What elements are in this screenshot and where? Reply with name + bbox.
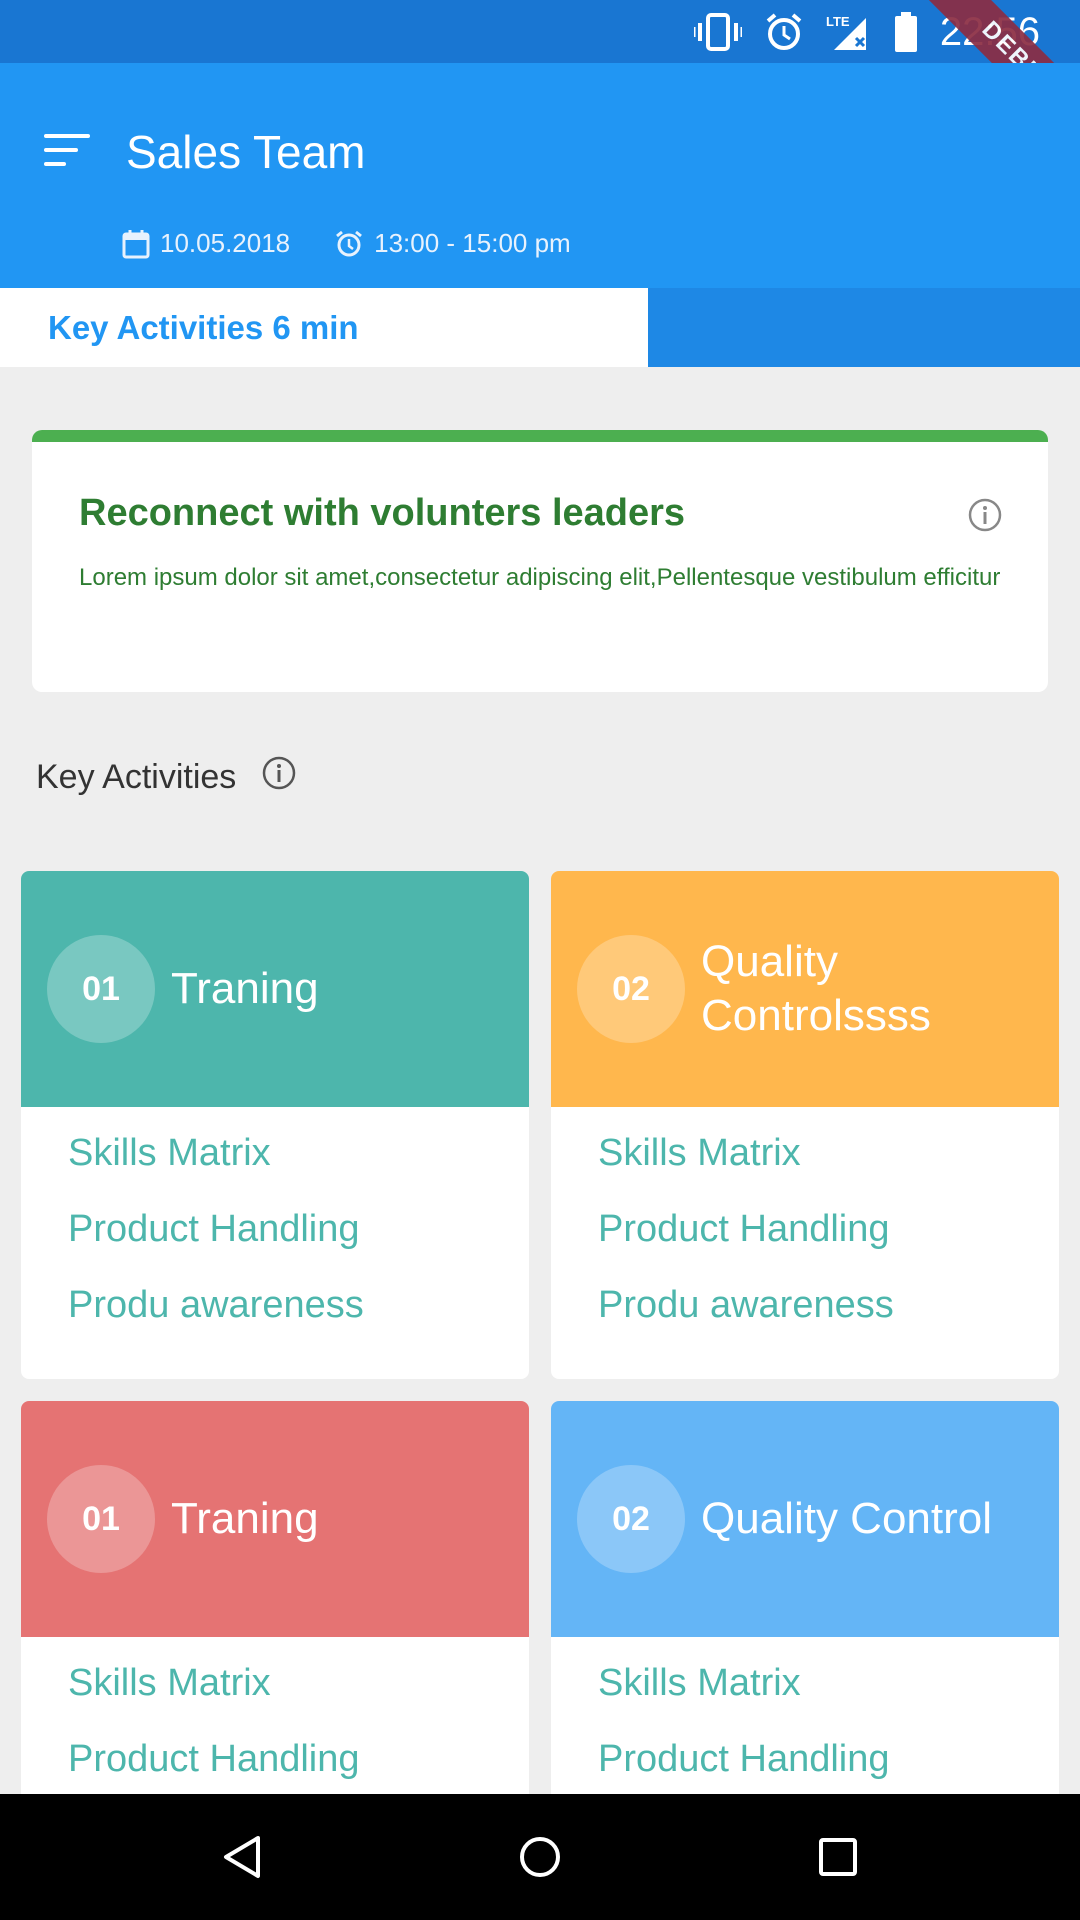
goal-title: Reconnect with volunters leaders	[79, 492, 686, 534]
info-icon	[968, 498, 1002, 532]
section-title: Key Activities	[36, 758, 237, 796]
goal-accent-bar	[32, 430, 1048, 442]
activity-item[interactable]: Produ awareness	[68, 1279, 529, 1355]
goal-info-button[interactable]	[968, 498, 1002, 537]
activity-card[interactable]: 01 Traning Skills Matrix Product Handlin…	[21, 871, 529, 1379]
meeting-time: 13:00 - 15:00 pm	[334, 228, 571, 259]
menu-icon	[44, 134, 90, 166]
activity-items: Skills Matrix Product Handling Produ awa…	[21, 1107, 529, 1355]
activity-item[interactable]: Product Handling	[68, 1203, 529, 1279]
section-info-button[interactable]	[262, 756, 296, 799]
activity-item[interactable]: Product Handling	[68, 1733, 529, 1801]
activity-card[interactable]: 02 Quality Controlssss Skills Matrix Pro…	[551, 871, 1059, 1379]
recents-button[interactable]	[808, 1827, 868, 1887]
activity-title: Quality Controlssss	[701, 937, 931, 1040]
vibrate-icon	[693, 12, 742, 52]
activity-item[interactable]: Skills Matrix	[68, 1657, 529, 1733]
goal-card[interactable]: Reconnect with volunters leaders Lorem i…	[32, 430, 1048, 692]
recents-icon	[819, 1838, 857, 1876]
activity-item[interactable]: Produ awareness	[598, 1279, 1059, 1355]
alarm-icon	[764, 12, 804, 52]
activity-item[interactable]: Product Handling	[598, 1203, 1059, 1279]
battery-icon	[894, 12, 918, 52]
activity-title: Traning	[171, 964, 319, 1013]
meeting-time-text: 13:00 - 15:00 pm	[374, 228, 571, 258]
activity-item[interactable]: Skills Matrix	[598, 1127, 1059, 1203]
activity-number: 01	[47, 1465, 155, 1573]
activity-number: 02	[577, 1465, 685, 1573]
activity-items: Skills Matrix Product Handling	[21, 1637, 529, 1801]
activity-card-header: 01 Traning	[21, 1401, 529, 1637]
meeting-date-text: 10.05.2018	[160, 228, 291, 258]
activity-title: Traning	[171, 1494, 319, 1543]
app-bar: Sales Team 10.05.2018 13:00 - 15:00 pm	[0, 63, 1080, 288]
home-button[interactable]	[510, 1827, 570, 1887]
activity-number: 02	[577, 935, 685, 1043]
back-icon	[224, 1836, 260, 1878]
tab-key-activities[interactable]: Key Activities 6 min	[0, 288, 648, 367]
alarm-clock-icon	[336, 230, 363, 256]
meeting-meta: 10.05.2018 13:00 - 15:00 pm	[122, 228, 615, 259]
meeting-date: 10.05.2018	[122, 228, 290, 259]
tab-key-activities-label: Key Activities 6 min	[48, 308, 359, 346]
activity-items: Skills Matrix Product Handling Produ awa…	[551, 1107, 1059, 1355]
calendar-icon	[122, 229, 150, 258]
network-label: LTE	[826, 14, 850, 29]
activity-card[interactable]: 02 Quality Control Skills Matrix Product…	[551, 1401, 1059, 1801]
menu-button[interactable]	[44, 131, 92, 171]
activity-card[interactable]: 01 Traning Skills Matrix Product Handlin…	[21, 1401, 529, 1801]
activity-number: 01	[47, 935, 155, 1043]
tab-strip: Key Activities 6 min	[0, 288, 1080, 367]
info-icon	[263, 756, 296, 790]
activity-card-header: 01 Traning	[21, 871, 529, 1107]
activity-item[interactable]: Product Handling	[598, 1733, 1059, 1801]
activity-card-header: 02 Quality Controlssss	[551, 871, 1059, 1107]
lte-signal-icon: LTE	[826, 12, 872, 52]
activity-item[interactable]: Skills Matrix	[598, 1657, 1059, 1733]
system-nav-bar	[0, 1794, 1080, 1920]
activity-item[interactable]: Skills Matrix	[68, 1127, 529, 1203]
back-button[interactable]	[212, 1827, 272, 1887]
home-icon	[520, 1837, 560, 1877]
tab-remaining-area	[648, 288, 1080, 367]
activity-card-header: 02 Quality Control	[551, 1401, 1059, 1637]
goal-description: Lorem ipsum dolor sit amet,consectetur a…	[79, 564, 1001, 591]
activity-items: Skills Matrix Product Handling	[551, 1637, 1059, 1801]
page-title: Sales Team	[126, 126, 366, 178]
status-bar: LTE 22:56 DEBUG	[0, 0, 1080, 168]
activity-title: Quality Control	[701, 1494, 993, 1543]
section-heading: Key Activities	[36, 756, 296, 799]
